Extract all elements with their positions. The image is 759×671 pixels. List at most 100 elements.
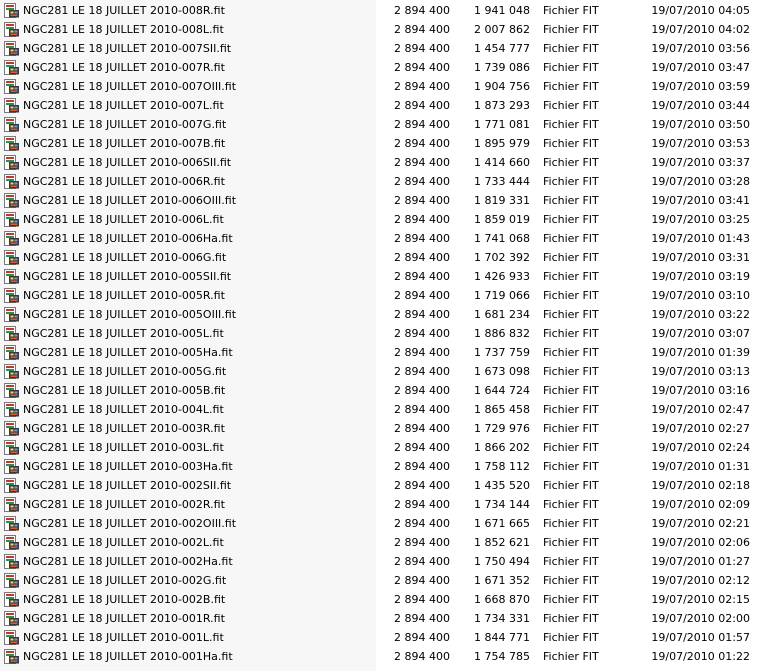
fit-file-icon: [4, 193, 20, 208]
file-row[interactable]: NGC281 LE 18 JUILLET 2010-003Ha.fit 2 89…: [0, 457, 759, 476]
file-row[interactable]: NGC281 LE 18 JUILLET 2010-002G.fit 2 894…: [0, 571, 759, 590]
file-size: 2 894 400: [394, 118, 450, 131]
file-row[interactable]: NGC281 LE 18 JUILLET 2010-002R.fit 2 894…: [0, 495, 759, 514]
file-date: 19/07/2010 02:09: [651, 498, 750, 511]
file-name: NGC281 LE 18 JUILLET 2010-002Ha.fit: [23, 555, 233, 568]
file-row[interactable]: NGC281 LE 18 JUILLET 2010-006G.fit 2 894…: [0, 248, 759, 267]
fit-file-icon: [4, 98, 20, 113]
file-size: 2 894 400: [394, 441, 450, 454]
file-row[interactable]: NGC281 LE 18 JUILLET 2010-001Ha.fit 2 89…: [0, 647, 759, 666]
file-size: 2 894 400: [394, 251, 450, 264]
file-date: 19/07/2010 03:10: [651, 289, 750, 302]
file-type: Fichier FIT: [543, 346, 599, 359]
file-size: 2 894 400: [394, 270, 450, 283]
file-packed-size: 1 671 352: [474, 574, 530, 587]
file-name: NGC281 LE 18 JUILLET 2010-006L.fit: [23, 213, 224, 226]
file-row[interactable]: NGC281 LE 18 JUILLET 2010-006L.fit 2 894…: [0, 210, 759, 229]
file-name: NGC281 LE 18 JUILLET 2010-006OIII.fit: [23, 194, 237, 207]
file-date: 19/07/2010 02:06: [651, 536, 750, 549]
file-size: 2 894 400: [394, 23, 450, 36]
file-row[interactable]: NGC281 LE 18 JUILLET 2010-006Ha.fit 2 89…: [0, 229, 759, 248]
file-date: 19/07/2010 04:02: [651, 23, 750, 36]
file-row[interactable]: NGC281 LE 18 JUILLET 2010-002OIII.fit 2 …: [0, 514, 759, 533]
file-type: Fichier FIT: [543, 631, 599, 644]
file-row[interactable]: NGC281 LE 18 JUILLET 2010-001L.fit 2 894…: [0, 628, 759, 647]
file-packed-size: 1 668 870: [474, 593, 530, 606]
file-date: 19/07/2010 02:21: [651, 517, 750, 530]
file-packed-size: 1 758 112: [474, 460, 530, 473]
file-size: 2 894 400: [394, 156, 450, 169]
file-size: 2 894 400: [394, 422, 450, 435]
file-row[interactable]: NGC281 LE 18 JUILLET 2010-002B.fit 2 894…: [0, 590, 759, 609]
fit-file-icon: [4, 231, 20, 246]
file-row[interactable]: NGC281 LE 18 JUILLET 2010-007G.fit 2 894…: [0, 115, 759, 134]
file-packed-size: 1 454 777: [474, 42, 530, 55]
file-row[interactable]: NGC281 LE 18 JUILLET 2010-004L.fit 2 894…: [0, 400, 759, 419]
file-type: Fichier FIT: [543, 251, 599, 264]
file-row[interactable]: NGC281 LE 18 JUILLET 2010-005L.fit 2 894…: [0, 324, 759, 343]
fit-file-icon: [4, 459, 20, 474]
file-size: 2 894 400: [394, 612, 450, 625]
file-type: Fichier FIT: [543, 99, 599, 112]
file-name: NGC281 LE 18 JUILLET 2010-001L.fit: [23, 631, 224, 644]
fit-file-icon: [4, 269, 20, 284]
file-date: 19/07/2010 03:07: [651, 327, 750, 340]
file-date: 19/07/2010 03:19: [651, 270, 750, 283]
file-name: NGC281 LE 18 JUILLET 2010-007R.fit: [23, 61, 225, 74]
file-row[interactable]: NGC281 LE 18 JUILLET 2010-001R.fit 2 894…: [0, 609, 759, 628]
file-row[interactable]: NGC281 LE 18 JUILLET 2010-002Ha.fit 2 89…: [0, 552, 759, 571]
file-packed-size: 1 734 144: [474, 498, 530, 511]
file-row[interactable]: NGC281 LE 18 JUILLET 2010-003R.fit 2 894…: [0, 419, 759, 438]
file-row[interactable]: NGC281 LE 18 JUILLET 2010-008R.fit 2 894…: [0, 1, 759, 20]
file-date: 19/07/2010 03:53: [651, 137, 750, 150]
fit-file-icon: [4, 630, 20, 645]
file-row[interactable]: NGC281 LE 18 JUILLET 2010-008L.fit 2 894…: [0, 20, 759, 39]
file-date: 19/07/2010 02:18: [651, 479, 750, 492]
file-row[interactable]: NGC281 LE 18 JUILLET 2010-007L.fit 2 894…: [0, 96, 759, 115]
file-row[interactable]: NGC281 LE 18 JUILLET 2010-005SII.fit 2 8…: [0, 267, 759, 286]
file-date: 19/07/2010 02:24: [651, 441, 750, 454]
file-type: Fichier FIT: [543, 80, 599, 93]
file-packed-size: 1 426 933: [474, 270, 530, 283]
file-name: NGC281 LE 18 JUILLET 2010-005L.fit: [23, 327, 224, 340]
file-row[interactable]: NGC281 LE 18 JUILLET 2010-005Ha.fit 2 89…: [0, 343, 759, 362]
file-row[interactable]: NGC281 LE 18 JUILLET 2010-007OIII.fit 2 …: [0, 77, 759, 96]
file-type: Fichier FIT: [543, 384, 599, 397]
file-name: NGC281 LE 18 JUILLET 2010-002SII.fit: [23, 479, 232, 492]
file-row[interactable]: NGC281 LE 18 JUILLET 2010-006R.fit 2 894…: [0, 172, 759, 191]
file-type: Fichier FIT: [543, 175, 599, 188]
file-row[interactable]: NGC281 LE 18 JUILLET 2010-005G.fit 2 894…: [0, 362, 759, 381]
file-type: Fichier FIT: [543, 498, 599, 511]
fit-file-icon: [4, 250, 20, 265]
file-row[interactable]: NGC281 LE 18 JUILLET 2010-007B.fit 2 894…: [0, 134, 759, 153]
fit-file-icon: [4, 326, 20, 341]
file-type: Fichier FIT: [543, 118, 599, 131]
file-row[interactable]: NGC281 LE 18 JUILLET 2010-005OIII.fit 2 …: [0, 305, 759, 324]
file-type: Fichier FIT: [543, 517, 599, 530]
file-date: 19/07/2010 01:43: [651, 232, 750, 245]
file-date: 19/07/2010 03:44: [651, 99, 750, 112]
file-name: NGC281 LE 18 JUILLET 2010-005SII.fit: [23, 270, 232, 283]
file-packed-size: 1 719 066: [474, 289, 530, 302]
file-row[interactable]: NGC281 LE 18 JUILLET 2010-002L.fit 2 894…: [0, 533, 759, 552]
fit-file-icon: [4, 212, 20, 227]
file-row[interactable]: NGC281 LE 18 JUILLET 2010-007SII.fit 2 8…: [0, 39, 759, 58]
file-type: Fichier FIT: [543, 460, 599, 473]
file-row[interactable]: NGC281 LE 18 JUILLET 2010-002SII.fit 2 8…: [0, 476, 759, 495]
file-size: 2 894 400: [394, 346, 450, 359]
file-row[interactable]: NGC281 LE 18 JUILLET 2010-006OIII.fit 2 …: [0, 191, 759, 210]
file-date: 19/07/2010 03:16: [651, 384, 750, 397]
file-date: 19/07/2010 01:27: [651, 555, 750, 568]
file-type: Fichier FIT: [543, 137, 599, 150]
file-name: NGC281 LE 18 JUILLET 2010-002G.fit: [23, 574, 227, 587]
file-row[interactable]: NGC281 LE 18 JUILLET 2010-003L.fit 2 894…: [0, 438, 759, 457]
file-type: Fichier FIT: [543, 536, 599, 549]
file-row[interactable]: NGC281 LE 18 JUILLET 2010-007R.fit 2 894…: [0, 58, 759, 77]
file-type: Fichier FIT: [543, 156, 599, 169]
file-row[interactable]: NGC281 LE 18 JUILLET 2010-005R.fit 2 894…: [0, 286, 759, 305]
file-packed-size: 1 729 976: [474, 422, 530, 435]
file-row[interactable]: NGC281 LE 18 JUILLET 2010-006SII.fit 2 8…: [0, 153, 759, 172]
file-name: NGC281 LE 18 JUILLET 2010-006SII.fit: [23, 156, 232, 169]
file-type: Fichier FIT: [543, 23, 599, 36]
file-row[interactable]: NGC281 LE 18 JUILLET 2010-005B.fit 2 894…: [0, 381, 759, 400]
